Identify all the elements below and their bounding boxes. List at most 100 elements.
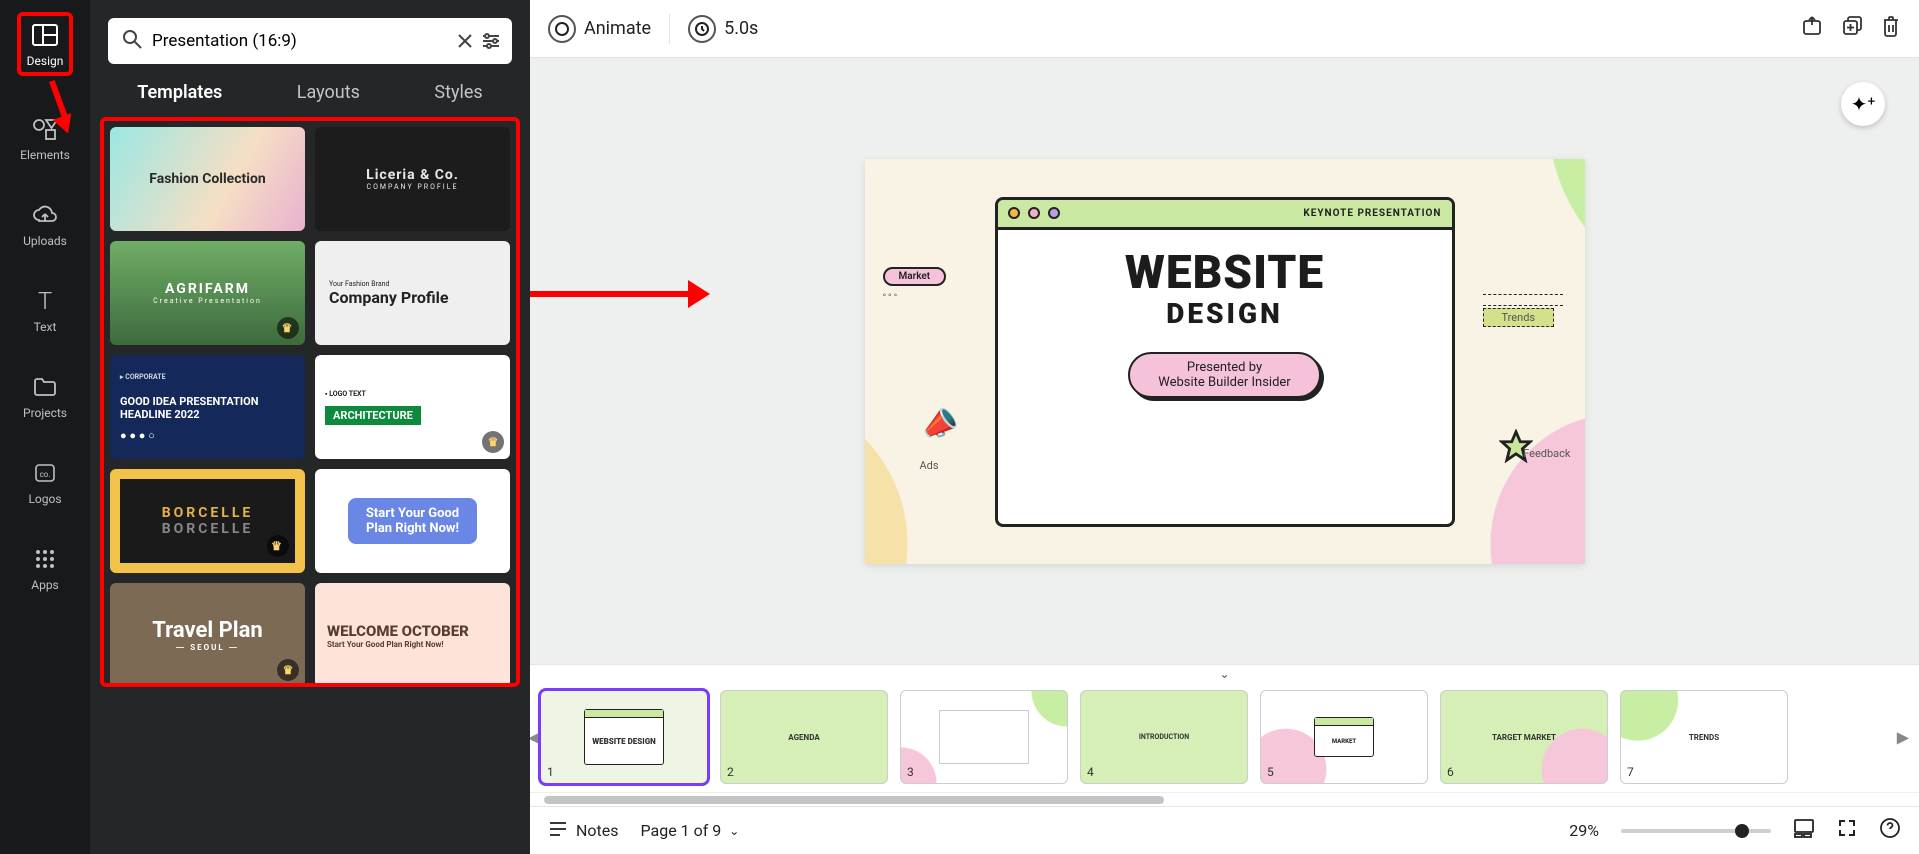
magic-button[interactable]: ✦⁺ xyxy=(1841,82,1885,126)
duration-label: 5.0s xyxy=(724,18,758,39)
page-thumb-6[interactable]: TARGET MARKET6 xyxy=(1440,690,1608,784)
tab-templates[interactable]: Templates xyxy=(137,82,222,103)
nav-design-label: Design xyxy=(27,54,64,68)
nav-logos-label: Logos xyxy=(28,492,61,506)
nav-design[interactable]: Design xyxy=(27,22,64,68)
notes-button[interactable]: Notes xyxy=(548,820,619,842)
grid-view-icon[interactable] xyxy=(1793,818,1815,843)
page-thumb-4[interactable]: INTRODUCTION4 xyxy=(1080,690,1248,784)
page-indicator[interactable]: Page 1 of 9 ⌄ xyxy=(641,821,740,840)
template-thumb[interactable]: Travel Plan— SEOUL —♛ xyxy=(110,583,305,687)
chevron-down-icon: ⌄ xyxy=(1219,667,1229,681)
page-number: 2 xyxy=(727,765,734,779)
slide-trends-label[interactable]: Trends xyxy=(1483,294,1563,327)
notes-icon xyxy=(548,820,568,842)
share-export-icon[interactable] xyxy=(1801,15,1823,42)
layout-icon xyxy=(29,22,61,48)
delete-page-icon[interactable] xyxy=(1881,15,1901,42)
tab-styles[interactable]: Styles xyxy=(434,82,482,103)
animate-button[interactable]: Animate xyxy=(548,15,651,43)
premium-icon: ♛ xyxy=(482,431,504,453)
cloud-upload-icon xyxy=(29,202,61,228)
templates-grid-highlight: Fashion Collection Liceria & Co.COMPANY … xyxy=(100,117,520,687)
editor-area: Animate 5.0s ✦⁺ Market 📣 Ads Trends xyxy=(530,0,1919,854)
premium-icon: ♛ xyxy=(277,659,299,681)
design-panel: Templates Layouts Styles Fashion Collect… xyxy=(90,0,530,854)
sparkle-icon: ✦⁺ xyxy=(1851,92,1876,116)
notes-label: Notes xyxy=(576,821,619,840)
page-thumb-7[interactable]: TRENDS7 xyxy=(1620,690,1788,784)
nav-rail: Design Elements Uploads T Text Projects … xyxy=(0,0,90,854)
zoom-slider[interactable] xyxy=(1621,829,1771,833)
templates-grid: Fashion Collection Liceria & Co.COMPANY … xyxy=(110,127,510,687)
slide-presented-pill[interactable]: Presented by Website Builder Insider xyxy=(1128,352,1320,398)
premium-icon: ♛ xyxy=(267,535,289,557)
nav-apps[interactable]: Apps xyxy=(29,546,61,592)
editor-footer: Notes Page 1 of 9 ⌄ 29% xyxy=(530,806,1919,854)
shapes-icon xyxy=(29,116,61,142)
fullscreen-icon[interactable] xyxy=(1837,818,1857,843)
page-thumb-5[interactable]: MARKET5 xyxy=(1260,690,1428,784)
window-title-bar: KEYNOTE PRESENTATION xyxy=(998,200,1452,230)
logo-icon: co. xyxy=(29,460,61,486)
nav-uploads[interactable]: Uploads xyxy=(23,202,67,248)
canvas-area[interactable]: ✦⁺ Market 📣 Ads Trends Feedback KEYNOTE … xyxy=(530,58,1919,664)
editor-toolbar: Animate 5.0s xyxy=(530,0,1919,58)
page-number: 5 xyxy=(1267,765,1274,779)
search-icon xyxy=(122,29,142,53)
slide-title[interactable]: WEBSITE xyxy=(1012,252,1438,296)
nav-uploads-label: Uploads xyxy=(23,234,67,248)
duplicate-page-icon[interactable] xyxy=(1841,15,1863,42)
nav-logos[interactable]: co. Logos xyxy=(28,460,61,506)
template-thumb[interactable]: WELCOME OCTOBERStart Your Good Plan Righ… xyxy=(315,583,510,687)
template-thumb[interactable]: Liceria & Co.COMPANY PROFILE xyxy=(315,127,510,231)
pages-collapse-toggle[interactable]: ⌄ xyxy=(530,664,1919,682)
slide-feedback-label[interactable]: Feedback xyxy=(1523,447,1570,460)
slide-ads-label[interactable]: Ads xyxy=(920,459,939,472)
pages-scroll-left[interactable]: ◀ xyxy=(530,728,540,747)
slide-canvas[interactable]: Market 📣 Ads Trends Feedback KEYNOTE PRE… xyxy=(865,159,1585,564)
premium-icon: ♛ xyxy=(277,317,299,339)
tab-layouts[interactable]: Layouts xyxy=(297,82,360,103)
clear-search-icon[interactable] xyxy=(452,28,478,54)
animate-label: Animate xyxy=(584,18,651,39)
nav-elements[interactable]: Elements xyxy=(20,116,70,162)
slide-market-badge[interactable]: Market xyxy=(883,267,947,301)
animate-icon xyxy=(548,15,576,43)
megaphone-icon[interactable]: 📣 xyxy=(917,402,962,445)
traffic-dot-icon xyxy=(1028,207,1040,219)
slide-window[interactable]: KEYNOTE PRESENTATION WEBSITE DESIGN Pres… xyxy=(995,197,1455,527)
nav-text[interactable]: T Text xyxy=(29,288,61,334)
duration-button[interactable]: 5.0s xyxy=(688,15,758,43)
template-thumb[interactable]: AGRIFARMCreative Presentation♛ xyxy=(110,241,305,345)
text-icon: T xyxy=(29,288,61,314)
template-thumb[interactable]: Fashion Collection xyxy=(110,127,305,231)
template-thumb[interactable]: Start Your Good Plan Right Now! xyxy=(315,469,510,573)
template-thumb[interactable]: ▸ CORPORATEGOOD IDEA PRESENTATION HEADLI… xyxy=(110,355,305,459)
pages-strip: ◀ WEBSITE DESIGN 1 AGENDA2 3 INTRODUCTIO… xyxy=(530,682,1919,792)
template-thumb[interactable]: Your Fashion BrandCompany Profile xyxy=(315,241,510,345)
filter-icon[interactable] xyxy=(478,28,504,54)
page-thumb-3[interactable]: 3 xyxy=(900,690,1068,784)
zoom-value[interactable]: 29% xyxy=(1569,821,1599,840)
nav-projects-label: Projects xyxy=(23,406,67,420)
pages-scrollbar[interactable] xyxy=(530,792,1919,806)
page-thumb-1[interactable]: WEBSITE DESIGN 1 xyxy=(540,690,708,784)
search-input[interactable] xyxy=(152,31,452,51)
nav-text-label: Text xyxy=(34,320,57,334)
page-number: 6 xyxy=(1447,765,1454,779)
page-number: 4 xyxy=(1087,765,1094,779)
pages-scroll-right[interactable]: ▶ xyxy=(1897,728,1909,747)
svg-text:co.: co. xyxy=(40,470,51,479)
template-search[interactable] xyxy=(108,18,512,64)
traffic-dot-icon xyxy=(1048,207,1060,219)
template-thumb[interactable]: ▪ LOGO TEXTARCHITECTURE♛ xyxy=(315,355,510,459)
nav-projects[interactable]: Projects xyxy=(23,374,67,420)
keynote-label: KEYNOTE PRESENTATION xyxy=(1303,208,1441,219)
slide-subtitle[interactable]: DESIGN xyxy=(1012,297,1438,330)
help-icon[interactable] xyxy=(1879,817,1901,844)
apps-grid-icon xyxy=(29,546,61,572)
template-thumb[interactable]: BORCELLEBORCELLE♛ xyxy=(110,469,305,573)
page-thumb-2[interactable]: AGENDA2 xyxy=(720,690,888,784)
page-number: 3 xyxy=(907,765,914,779)
